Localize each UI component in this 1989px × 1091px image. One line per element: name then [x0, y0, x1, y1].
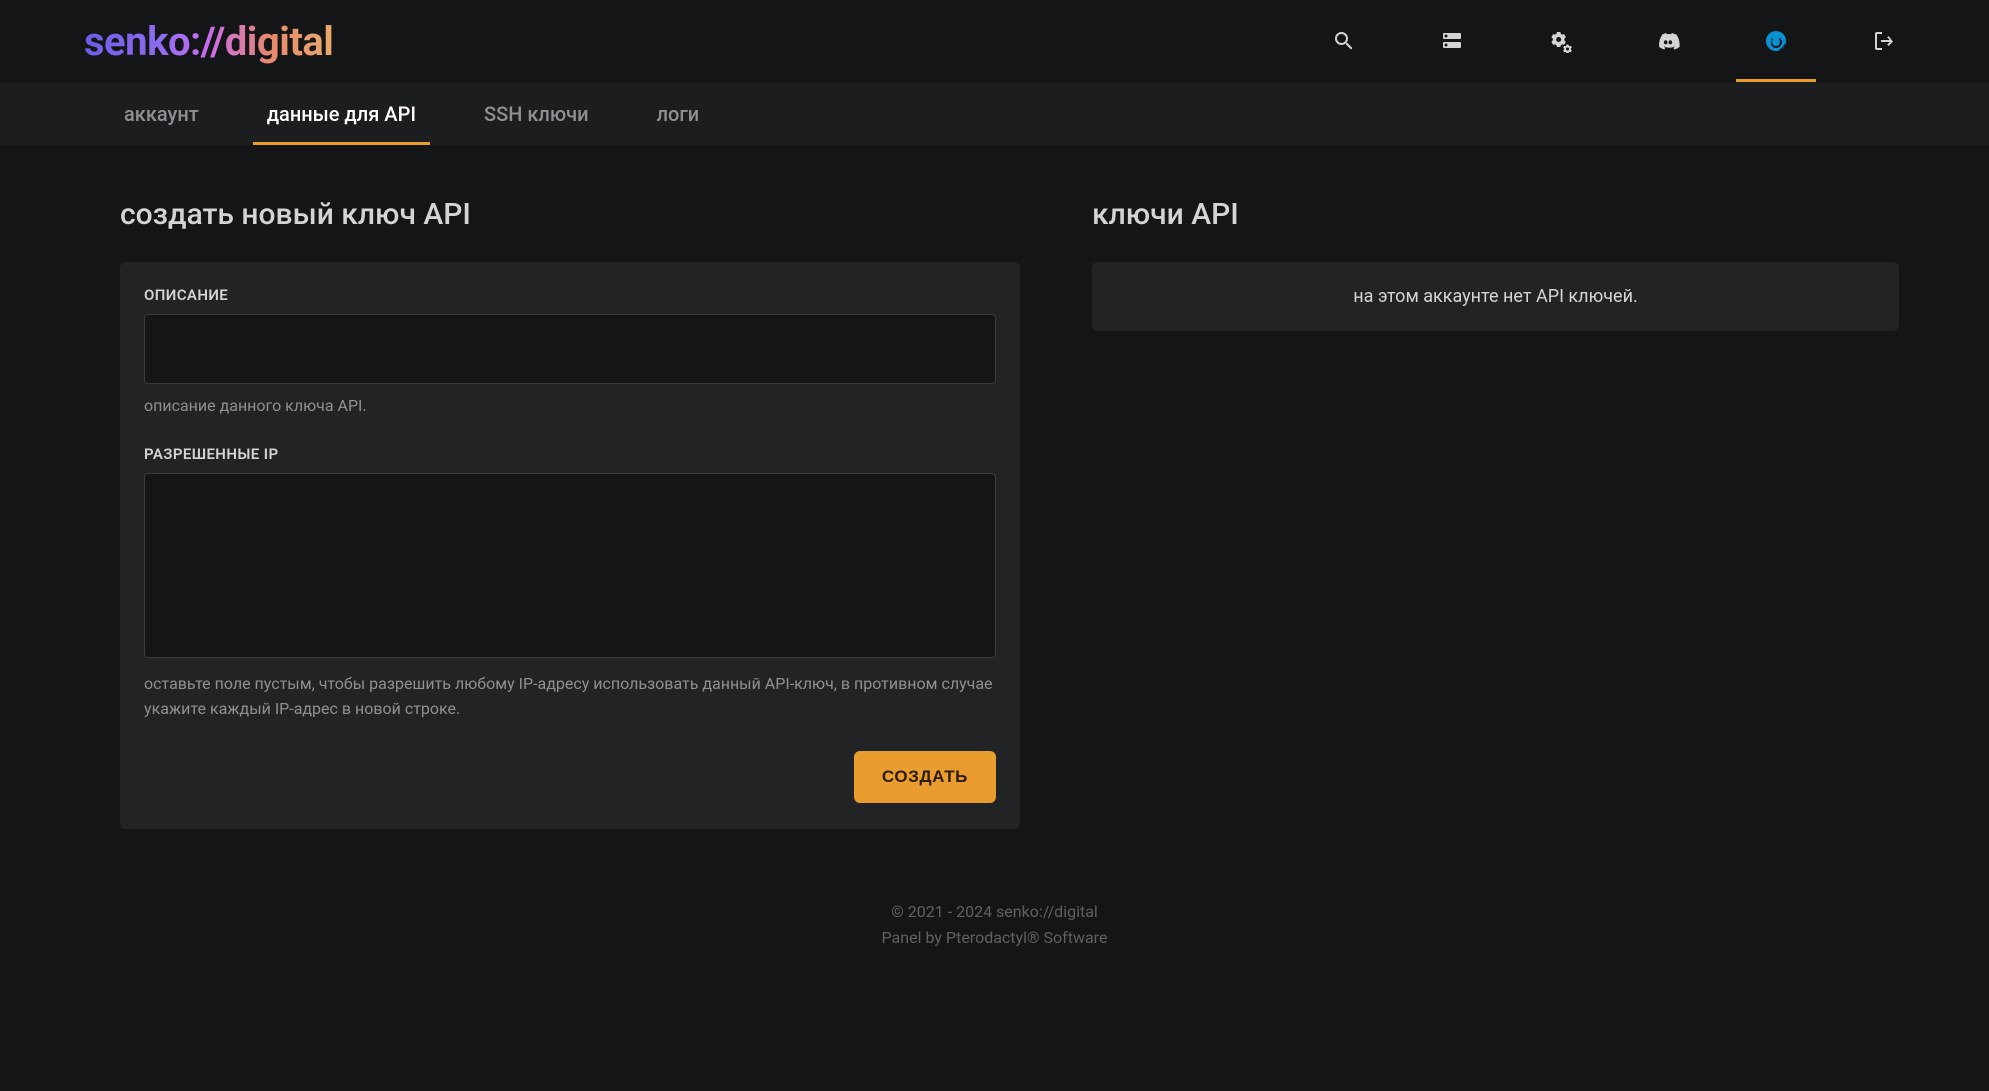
account-subnav: аккаунт данные для API SSH ключи логи	[0, 82, 1989, 145]
allowed-ips-help: оставьте поле пустым, чтобы разрешить лю…	[144, 672, 996, 722]
tab-ssh[interactable]: SSH ключи	[470, 82, 603, 145]
topbar: senko://digital	[0, 0, 1989, 82]
create-api-key-title: создать новый ключ API	[120, 197, 1020, 232]
tab-api[interactable]: данные для API	[253, 82, 430, 145]
create-button[interactable]: СОЗДАТЬ	[854, 751, 996, 803]
description-help: описание данного ключа API.	[144, 394, 996, 419]
footer: © 2021 - 2024 senko://digital Panel by P…	[0, 859, 1989, 980]
footer-copyright: © 2021 - 2024 senko://digital	[0, 899, 1989, 925]
allowed-ips-textarea[interactable]	[144, 473, 996, 658]
logout-icon[interactable]	[1869, 0, 1899, 82]
topbar-nav	[1329, 0, 1899, 82]
description-group: ОПИСАНИЕ описание данного ключа API.	[144, 286, 996, 419]
logo[interactable]: senko://digital	[84, 18, 333, 65]
footer-credit: Panel by Pterodactyl® Software	[0, 925, 1989, 951]
description-input[interactable]	[144, 314, 996, 384]
main-content: создать новый ключ API ОПИСАНИЕ описание…	[0, 145, 1989, 859]
search-icon[interactable]	[1329, 0, 1359, 82]
tab-logs[interactable]: логи	[643, 82, 714, 145]
tab-account[interactable]: аккаунт	[110, 82, 213, 145]
form-actions: СОЗДАТЬ	[144, 751, 996, 803]
footer-credit-prefix: Panel by	[882, 928, 946, 947]
create-api-key-panel: ОПИСАНИЕ описание данного ключа API. РАЗ…	[120, 262, 1020, 829]
servers-icon[interactable]	[1437, 0, 1467, 82]
power-icon[interactable]	[1761, 0, 1791, 82]
description-label: ОПИСАНИЕ	[144, 286, 996, 304]
api-keys-column: ключи API на этом аккаунте нет API ключе…	[1092, 197, 1899, 331]
api-keys-title: ключи API	[1092, 197, 1899, 232]
footer-pterodactyl-link[interactable]: Pterodactyl® Software	[946, 928, 1108, 947]
discord-icon[interactable]	[1653, 0, 1683, 82]
allowed-ips-label: РАЗРЕШЕННЫЕ IP	[144, 445, 996, 463]
allowed-ips-group: РАЗРЕШЕННЫЕ IP оставьте поле пустым, что…	[144, 445, 996, 722]
admin-gears-icon[interactable]	[1545, 0, 1575, 82]
api-keys-empty-message: на этом аккаунте нет API ключей.	[1092, 262, 1899, 331]
create-api-key-column: создать новый ключ API ОПИСАНИЕ описание…	[120, 197, 1020, 829]
